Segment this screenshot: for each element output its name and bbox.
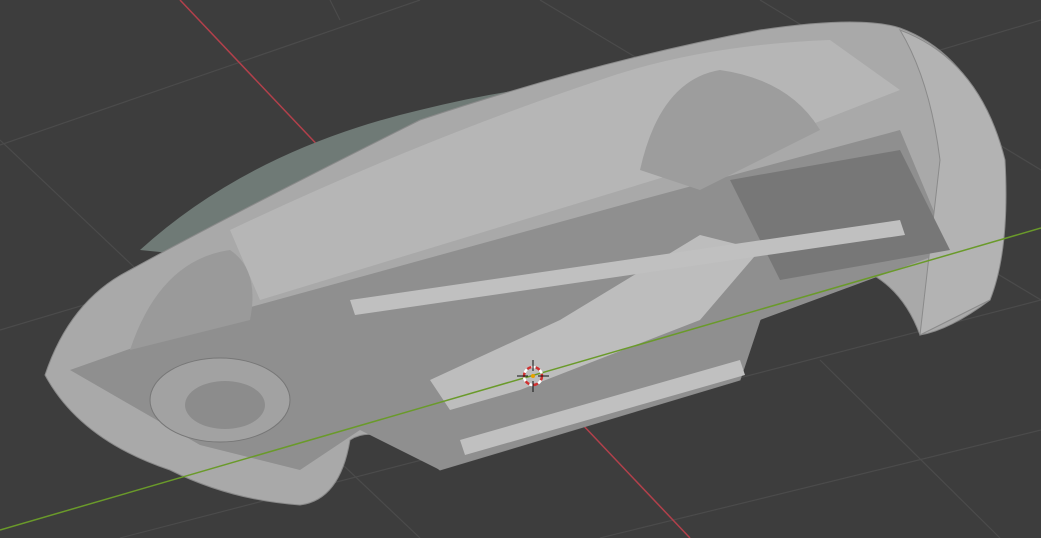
viewport-canvas[interactable] — [0, 0, 1041, 538]
car-model[interactable] — [44, 21, 1007, 506]
3d-viewport[interactable] — [0, 0, 1041, 538]
